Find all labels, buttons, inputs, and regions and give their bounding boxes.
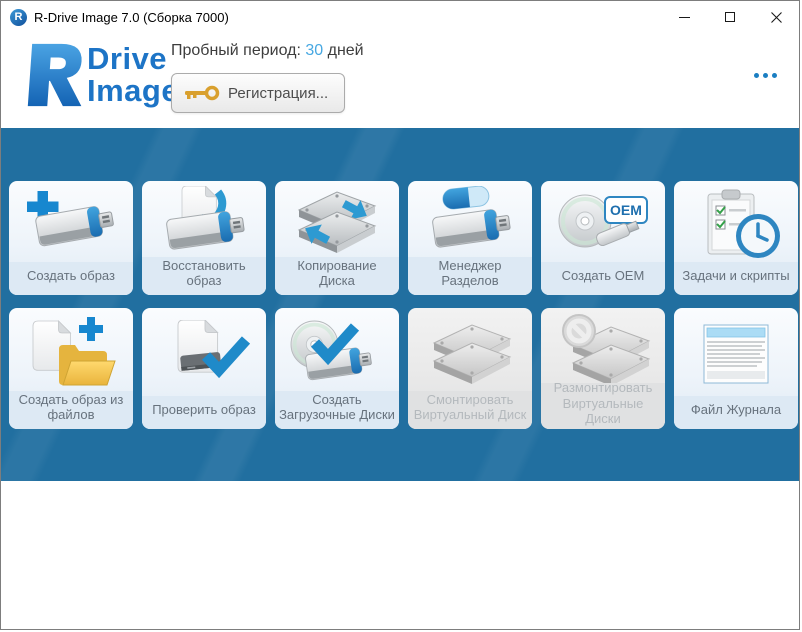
logo-text: Drive Image	[87, 43, 179, 107]
tile-verify-image[interactable]: Проверить образ	[142, 308, 266, 429]
logo-line1: Drive	[87, 43, 179, 75]
bootable-disks-icon	[287, 317, 387, 387]
app-icon: R	[10, 9, 27, 26]
footer-area	[1, 481, 799, 630]
oem-badge-text: OEM	[610, 202, 642, 218]
tile-label: Создать Загрузочные Диски	[275, 391, 399, 429]
restore-image-icon	[154, 186, 254, 256]
tile-label: Создать OEM	[541, 262, 665, 295]
tile-tasks-scripts[interactable]: Задачи и скрипты	[674, 181, 798, 295]
window-title: R-Drive Image 7.0 (Сборка 7000)	[34, 10, 229, 25]
tile-partition-manager[interactable]: Менеджер Разделов	[408, 181, 532, 295]
tile-create-oem[interactable]: OEM Создать OEM	[541, 181, 665, 295]
actions-panel: Создать образ Восстановить образ	[1, 128, 799, 481]
unmount-virtual-disks-icon	[553, 313, 653, 383]
tile-label: Копирование Диска	[275, 257, 399, 295]
tile-label: Файл Журнала	[674, 396, 798, 429]
tile-create-image[interactable]: Создать образ	[9, 181, 133, 295]
register-button-label: Регистрация...	[228, 85, 328, 102]
tile-label: Размонтировать Виртуальные Диски	[541, 383, 665, 429]
logo-r-icon	[11, 39, 85, 111]
close-icon	[770, 11, 783, 24]
trial-period-text: Пробный период: 30 дней	[171, 42, 364, 60]
trial-suffix: дней	[328, 42, 364, 59]
verify-image-icon	[154, 320, 254, 390]
tile-label: Менеджер Разделов	[408, 257, 532, 295]
key-icon	[184, 85, 220, 102]
maximize-button[interactable]	[707, 1, 753, 33]
copy-disk-icon	[287, 186, 387, 256]
maximize-icon	[725, 12, 735, 22]
tile-log-file[interactable]: Файл Журнала	[674, 308, 798, 429]
trial-days-value: 30	[305, 42, 323, 59]
tile-bootable-disks[interactable]: Создать Загрузочные Диски	[275, 308, 399, 429]
tile-grid: Создать образ Восстановить образ	[9, 181, 799, 429]
tile-unmount-virtual-disks: Размонтировать Виртуальные Диски	[541, 308, 665, 429]
window-controls	[661, 1, 799, 33]
register-button[interactable]: Регистрация...	[171, 73, 345, 113]
partition-manager-icon	[420, 186, 520, 256]
ellipsis-icon	[754, 73, 759, 78]
tile-label: Проверить образ	[142, 396, 266, 429]
tile-copy-disk[interactable]: Копирование Диска	[275, 181, 399, 295]
tile-label: Создать образ из файлов	[9, 391, 133, 429]
more-menu-button[interactable]	[750, 69, 781, 82]
create-image-icon	[21, 189, 121, 259]
image-from-files-icon	[21, 317, 121, 387]
logo-line2: Image	[87, 75, 179, 107]
tile-label: Создать образ	[9, 262, 133, 295]
minimize-button[interactable]	[661, 1, 707, 33]
tile-label: Задачи и скрипты	[674, 262, 798, 295]
create-oem-icon: OEM	[553, 189, 653, 259]
titlebar: R R-Drive Image 7.0 (Сборка 7000)	[1, 1, 799, 33]
tile-mount-virtual-disk: Смонтировать Виртуальный Диск	[408, 308, 532, 429]
log-file-icon	[686, 320, 786, 390]
tile-restore-image[interactable]: Восстановить образ	[142, 181, 266, 295]
tile-image-from-files[interactable]: Создать образ из файлов	[9, 308, 133, 429]
minimize-icon	[679, 17, 690, 18]
header: Drive Image Пробный период: 30 дней Реги…	[1, 33, 799, 128]
app-logo: Drive Image	[11, 39, 179, 111]
close-button[interactable]	[753, 1, 799, 33]
mount-virtual-disk-icon	[420, 317, 520, 387]
tile-label: Смонтировать Виртуальный Диск	[408, 391, 532, 429]
trial-label: Пробный период:	[171, 42, 301, 59]
tasks-scripts-icon	[686, 189, 786, 259]
app-window: R R-Drive Image 7.0 (Сборка 7000) Drive …	[0, 0, 800, 630]
tile-label: Восстановить образ	[142, 257, 266, 295]
